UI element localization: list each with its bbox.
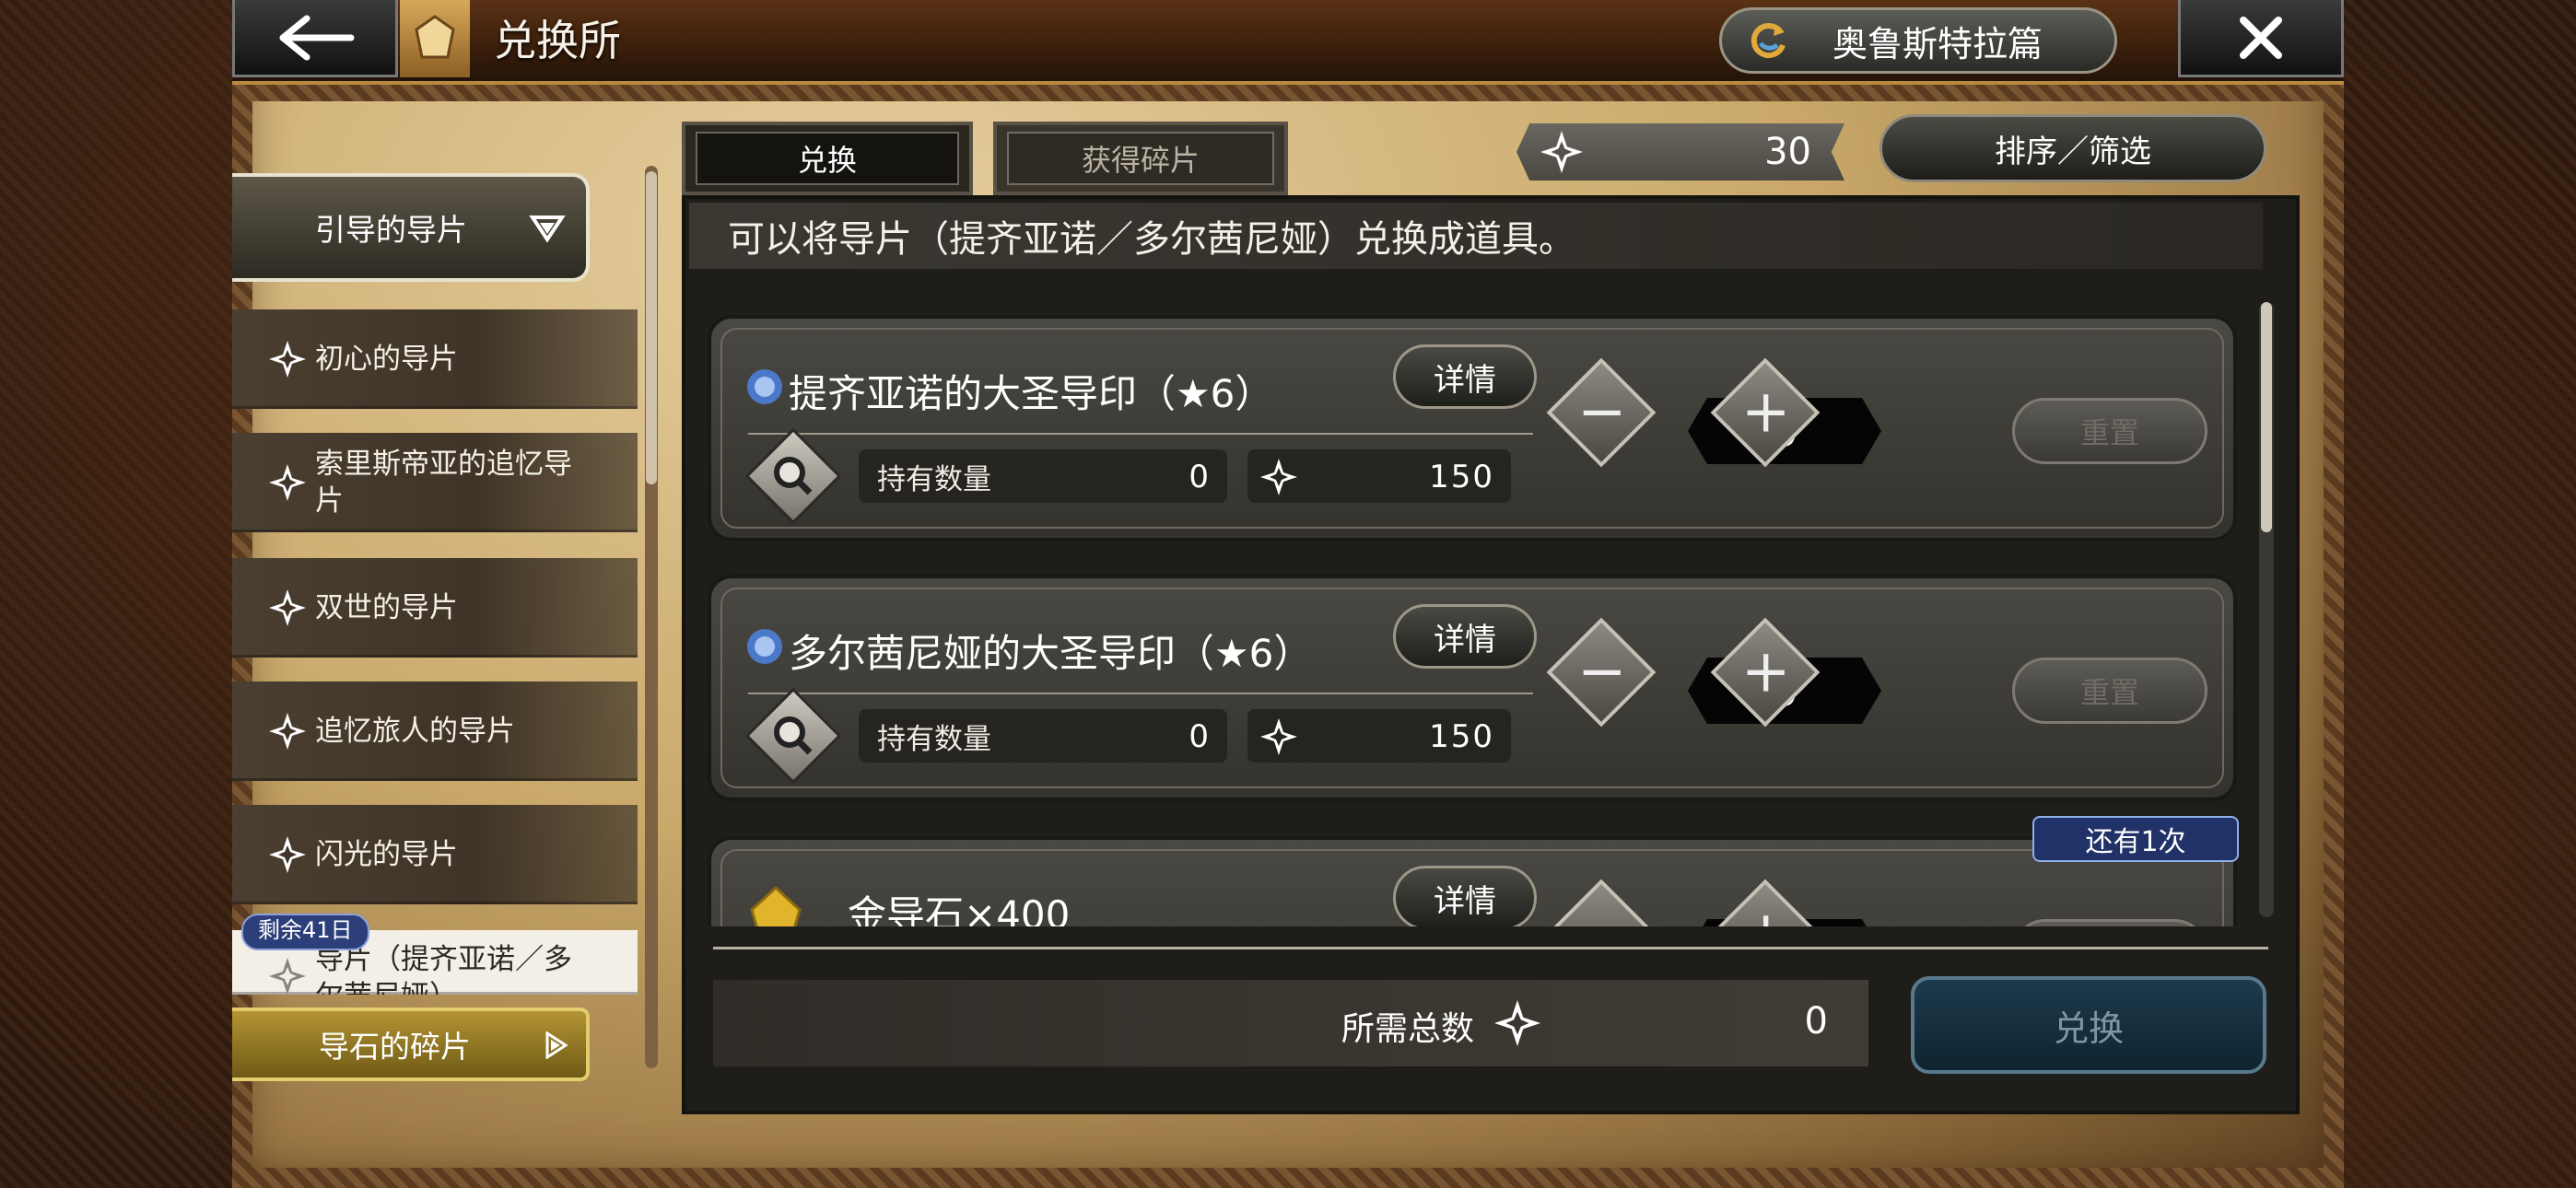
owned-count: 持有数量 0 <box>859 449 1227 503</box>
total-required-bar: 所需总数 0 <box>713 980 1868 1066</box>
shard-star-icon <box>1260 718 1297 755</box>
sidebar-item-label: 双世的导片 <box>315 591 458 624</box>
shard-star-icon <box>269 464 306 501</box>
sidebar-scrollbar[interactable] <box>645 166 658 1068</box>
refresh-icon <box>1751 23 1786 59</box>
total-label: 所需总数 <box>1341 1010 1475 1048</box>
shard-star-icon <box>269 713 306 750</box>
gold-stone-icon <box>750 886 802 926</box>
plus-icon: + <box>1740 637 1791 706</box>
shard-star-icon <box>1260 459 1297 495</box>
sidebar-item-memory-traveler[interactable]: 追忆旅人的导片 <box>232 681 638 781</box>
exchange-list[interactable]: 提齐亚诺的大圣导印（★6） 详情 持有数量 0 150 − 0 + 重置 多尔茜… <box>697 304 2263 926</box>
remaining-count-badge: 还有1次 <box>2032 816 2239 862</box>
sidebar-item-label: 初心的导片 <box>315 343 458 376</box>
magnifier-icon <box>774 457 813 495</box>
sidebar-item-beginner[interactable]: 初心的导片 <box>232 309 638 409</box>
item-name: 提齐亚诺的大圣导印（★6） <box>789 371 1274 416</box>
sidebar-item-guide-stone-shards[interactable]: 导石的碎片 <box>232 1007 590 1081</box>
cost-display: 150 <box>1247 709 1511 763</box>
close-icon <box>2240 16 2282 59</box>
close-button[interactable] <box>2178 0 2344 77</box>
category-dropdown[interactable]: 引导的导片 <box>232 173 590 282</box>
chapter-switch-button[interactable]: 奥鲁斯特拉篇 <box>1719 7 2117 74</box>
chevron-down-icon <box>529 215 566 243</box>
sidebar-item-flash[interactable]: 闪光的导片 <box>232 805 638 904</box>
tab-exchange-label: 兑换 <box>696 132 959 185</box>
sidebar-item-label: 闪光的导片 <box>315 838 458 871</box>
owned-value: 0 <box>1188 459 1209 495</box>
list-item: 多尔茜尼娅的大圣导印（★6） 详情 持有数量 0 150 − 0 + 重置 <box>708 575 2237 801</box>
shard-star-icon <box>1540 131 1583 173</box>
cost-value: 150 <box>1429 459 1494 495</box>
minus-icon: − <box>1567 899 1637 926</box>
seal-item-icon <box>747 369 782 404</box>
list-scrollbar[interactable] <box>2259 302 2274 917</box>
description-text: 可以将导片（提齐亚诺／多尔茜尼娅）兑换成道具。 <box>728 218 1575 261</box>
exchange-button[interactable]: 兑换 <box>1911 976 2266 1074</box>
detail-button[interactable]: 详情 <box>1393 344 1537 409</box>
description-bar: 可以将导片（提齐亚诺／多尔茜尼娅）兑换成道具。 <box>689 203 2263 269</box>
sidebar-item-label: 索里斯帝亚的追忆导片 <box>315 448 572 518</box>
item-name: 多尔茜尼娅的大圣导印（★6） <box>789 631 1313 676</box>
exchange-emblem-icon <box>400 0 470 77</box>
sidebar-item-label: 追忆旅人的导片 <box>315 715 515 748</box>
chevron-right-icon <box>545 1031 568 1059</box>
owned-label: 持有数量 <box>877 462 991 496</box>
shard-star-icon <box>1494 1000 1540 1046</box>
reset-button[interactable]: 重置 <box>2012 398 2207 464</box>
list-item: 提齐亚诺的大圣导印（★6） 详情 持有数量 0 150 − 0 + 重置 <box>708 315 2237 542</box>
shard-currency-display: 30 <box>1516 123 1844 181</box>
tab-get-shards-label: 获得碎片 <box>1007 132 1274 185</box>
back-button[interactable] <box>232 0 398 77</box>
detail-button[interactable]: 详情 <box>1393 866 1537 926</box>
item-name: 金导石×400 <box>848 892 1071 926</box>
reset-button[interactable]: 重置 <box>2012 658 2207 724</box>
remaining-days-badge: 剩余41日 <box>241 914 369 950</box>
magnifier-icon <box>774 716 813 755</box>
tab-exchange[interactable]: 兑换 <box>682 122 973 195</box>
owned-count: 持有数量 0 <box>859 709 1227 763</box>
owned-label: 持有数量 <box>877 722 991 756</box>
currency-value: 30 <box>1764 131 1811 173</box>
sidebar-item-twin-worlds[interactable]: 双世的导片 <box>232 558 638 658</box>
cost-value: 150 <box>1429 718 1494 755</box>
sort-filter-button[interactable]: 排序／筛选 <box>1879 114 2266 182</box>
shard-star-icon <box>269 341 306 378</box>
seal-item-icon <box>747 629 782 664</box>
cost-display: 150 <box>1247 449 1511 503</box>
divider <box>713 947 2268 949</box>
total-value: 0 <box>1804 1000 1828 1042</box>
shard-star-icon <box>269 836 306 873</box>
page-title: 兑换所 <box>494 16 621 65</box>
plus-icon: + <box>1740 378 1791 447</box>
sidebar-item-label: 导石的碎片 <box>319 1029 471 1065</box>
shard-star-icon <box>269 958 306 995</box>
owned-value: 0 <box>1188 718 1209 755</box>
detail-button[interactable]: 详情 <box>1393 604 1537 669</box>
back-arrow-icon <box>279 15 355 60</box>
list-item: 金导石×400 详情 − 0 + 重置 <box>708 836 2237 926</box>
plus-icon: + <box>1731 899 1801 926</box>
category-dropdown-label: 引导的导片 <box>315 212 467 248</box>
minus-icon: − <box>1576 637 1627 706</box>
minus-icon: − <box>1576 378 1627 447</box>
reset-button[interactable]: 重置 <box>2012 919 2207 926</box>
chapter-label: 奥鲁斯特拉篇 <box>1832 23 2043 64</box>
shard-star-icon <box>269 589 306 626</box>
sidebar-item-solistia-memory[interactable]: 索里斯帝亚的追忆导片 <box>232 433 638 532</box>
tab-get-shards[interactable]: 获得碎片 <box>993 122 1288 195</box>
